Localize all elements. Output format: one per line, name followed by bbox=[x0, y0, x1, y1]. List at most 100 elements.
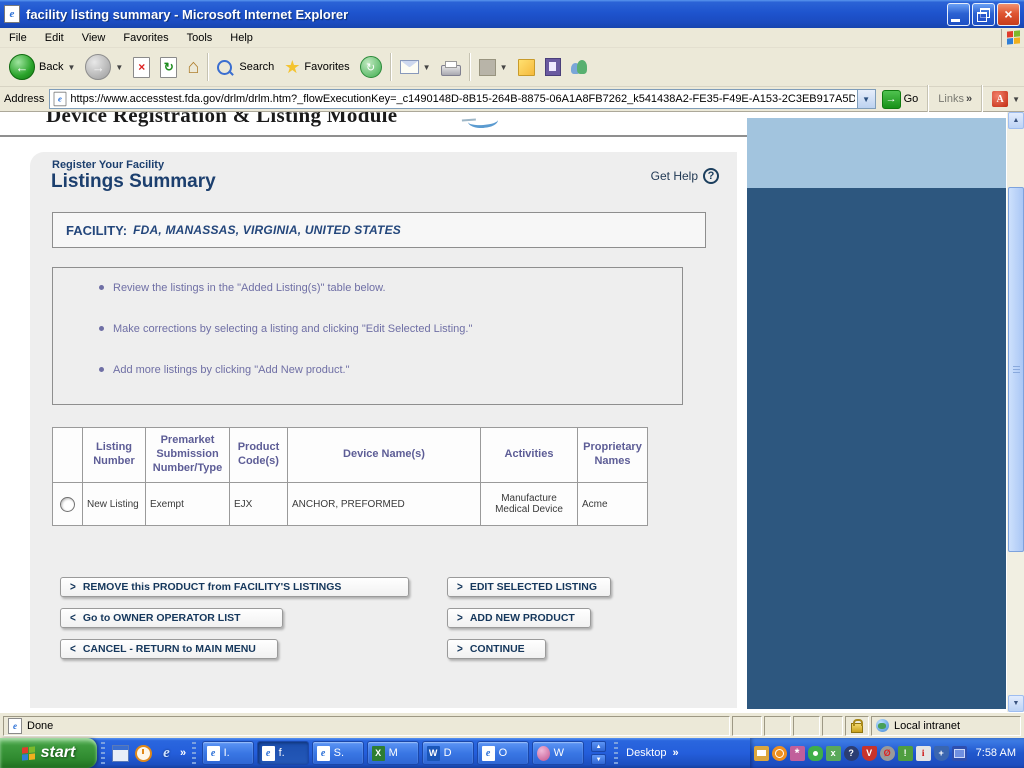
menu-help[interactable]: Help bbox=[221, 30, 262, 46]
refresh-button[interactable] bbox=[155, 51, 182, 83]
edit-selected-listing-button[interactable]: > EDIT SELECTED LISTING bbox=[447, 577, 611, 597]
status-pane bbox=[793, 715, 820, 736]
links-chevron-icon[interactable] bbox=[966, 93, 972, 105]
tray-buddy-offline-icon[interactable] bbox=[825, 745, 841, 761]
restore-button[interactable] bbox=[972, 2, 995, 26]
history-icon bbox=[359, 56, 382, 78]
menu-view[interactable]: View bbox=[73, 30, 115, 46]
search-button[interactable]: Search bbox=[212, 51, 279, 83]
task-button-2-active[interactable]: e f. bbox=[256, 741, 309, 765]
taskband-handle[interactable] bbox=[192, 742, 197, 764]
browser-window: e facility listing summary - Microsoft I… bbox=[0, 0, 1024, 768]
address-dropdown-icon[interactable] bbox=[856, 90, 875, 108]
desktop-toolbar-handle[interactable] bbox=[614, 742, 619, 764]
back-button[interactable]: Back ▼ bbox=[4, 51, 80, 83]
task-button-4[interactable]: X M bbox=[366, 741, 419, 765]
taskband-scroll[interactable] bbox=[591, 741, 607, 765]
cancel-main-menu-button[interactable]: < CANCEL - RETURN to MAIN MENU bbox=[60, 639, 278, 659]
tray-security-shield-icon[interactable] bbox=[933, 745, 949, 761]
minimize-button[interactable] bbox=[947, 2, 970, 26]
mail-dropdown-icon[interactable]: ▼ bbox=[423, 63, 431, 72]
tray-disabled-icon[interactable] bbox=[879, 745, 895, 761]
window-title: facility listing summary - Microsoft Int… bbox=[26, 6, 349, 22]
vertical-scrollbar[interactable] bbox=[1006, 112, 1024, 712]
links-label[interactable]: Links bbox=[938, 93, 964, 105]
continue-button[interactable]: > CONTINUE bbox=[447, 639, 546, 659]
tray-mail-icon[interactable] bbox=[753, 745, 769, 761]
task-label: M bbox=[388, 747, 398, 759]
favorites-button[interactable]: Favorites bbox=[279, 51, 354, 83]
content-panel: Register Your Facility Listings Summary … bbox=[30, 152, 737, 708]
facility-label: FACILITY: bbox=[66, 222, 128, 238]
discuss-button[interactable] bbox=[513, 51, 540, 83]
show-desktop-icon[interactable] bbox=[112, 744, 129, 762]
tray-info-icon[interactable] bbox=[915, 745, 931, 761]
task-button-7[interactable]: W bbox=[531, 741, 584, 765]
menu-file[interactable]: File bbox=[0, 30, 36, 46]
menu-favorites[interactable]: Favorites bbox=[114, 30, 177, 46]
edit-button[interactable]: ▼ bbox=[474, 51, 513, 83]
research-button[interactable] bbox=[540, 51, 566, 83]
button-label: CANCEL - RETURN to MAIN MENU bbox=[82, 643, 256, 655]
history-button[interactable] bbox=[355, 51, 387, 83]
owner-operator-list-button[interactable]: < Go to OWNER OPERATOR LIST bbox=[60, 608, 283, 628]
get-help-link[interactable]: Get Help bbox=[651, 168, 719, 184]
close-button[interactable] bbox=[997, 2, 1020, 26]
task-button-3[interactable]: e S. bbox=[311, 741, 364, 765]
tray-help-icon[interactable] bbox=[843, 745, 859, 761]
home-icon bbox=[187, 56, 199, 79]
taskband-scroll-down-icon[interactable] bbox=[591, 754, 607, 765]
breadcrumb: Register Your Facility bbox=[52, 159, 165, 171]
tray-antivirus-icon[interactable] bbox=[861, 745, 877, 761]
add-new-product-button[interactable]: > ADD NEW PRODUCT bbox=[447, 608, 591, 628]
tray-updates-icon[interactable] bbox=[897, 745, 913, 761]
address-input[interactable] bbox=[68, 91, 857, 107]
listing-radio[interactable] bbox=[60, 496, 75, 512]
scroll-down-button[interactable] bbox=[1008, 695, 1024, 712]
quick-launch-ie-icon[interactable] bbox=[158, 745, 175, 762]
taskbar-clock[interactable]: 7:58 AM bbox=[976, 747, 1016, 759]
task-button-1[interactable]: e I. bbox=[201, 741, 254, 765]
task-button-6[interactable]: e O bbox=[476, 741, 529, 765]
desktop-overflow-icon[interactable] bbox=[672, 747, 678, 759]
back-label: Back bbox=[39, 61, 64, 73]
remove-product-button[interactable]: > REMOVE this PRODUCT from FACILITY'S LI… bbox=[60, 577, 409, 597]
task-button-5[interactable]: W D bbox=[421, 741, 474, 765]
back-dropdown-icon[interactable]: ▼ bbox=[67, 63, 75, 72]
listings-header-row: Listing Number Premarket Submission Numb… bbox=[52, 427, 648, 483]
menu-tools[interactable]: Tools bbox=[178, 30, 222, 46]
tray-network-icon[interactable] bbox=[951, 745, 967, 761]
right-panel-dark bbox=[747, 188, 1006, 709]
taskband-scroll-up-icon[interactable] bbox=[591, 741, 607, 752]
home-button[interactable] bbox=[182, 51, 204, 83]
tray-messenger-icon[interactable] bbox=[789, 745, 805, 761]
start-button[interactable]: start bbox=[0, 738, 97, 768]
go-icon[interactable] bbox=[881, 89, 901, 109]
forward-dropdown-icon[interactable]: ▼ bbox=[115, 63, 123, 72]
print-button[interactable] bbox=[436, 51, 466, 83]
facility-value: FDA, MANASSAS, VIRGINIA, UNITED STATES bbox=[133, 223, 401, 237]
instruction-text: Review the listings in the "Added Listin… bbox=[113, 282, 386, 294]
quick-launch-overflow-icon[interactable] bbox=[180, 747, 186, 759]
status-pane bbox=[764, 715, 791, 736]
task-label: S. bbox=[333, 747, 345, 759]
acrobat-icon[interactable] bbox=[992, 91, 1009, 107]
messenger-button[interactable] bbox=[566, 51, 592, 83]
edit-dropdown-icon[interactable]: ▼ bbox=[500, 63, 508, 72]
scrollbar-thumb[interactable] bbox=[1008, 187, 1024, 552]
go-label[interactable]: Go bbox=[904, 93, 919, 105]
quick-launch-handle[interactable] bbox=[101, 742, 105, 764]
menu-edit[interactable]: Edit bbox=[36, 30, 73, 46]
quick-launch-clock-icon[interactable] bbox=[135, 744, 152, 762]
tray-chat-icon[interactable] bbox=[807, 745, 823, 761]
fda-logo-partial-icon bbox=[467, 112, 499, 130]
forward-button[interactable]: ▼ bbox=[80, 51, 128, 83]
stop-button[interactable] bbox=[128, 51, 155, 83]
tray-clock-icon[interactable] bbox=[771, 745, 787, 761]
scroll-up-button[interactable] bbox=[1008, 112, 1024, 129]
task-label: W bbox=[553, 747, 565, 759]
desktop-toolbar-label[interactable]: Desktop bbox=[626, 747, 666, 759]
acrobat-dropdown-icon[interactable]: ▼ bbox=[1012, 95, 1020, 104]
cell-listing-number: New Listing bbox=[82, 482, 146, 526]
mail-button[interactable]: ▼ bbox=[395, 51, 436, 83]
